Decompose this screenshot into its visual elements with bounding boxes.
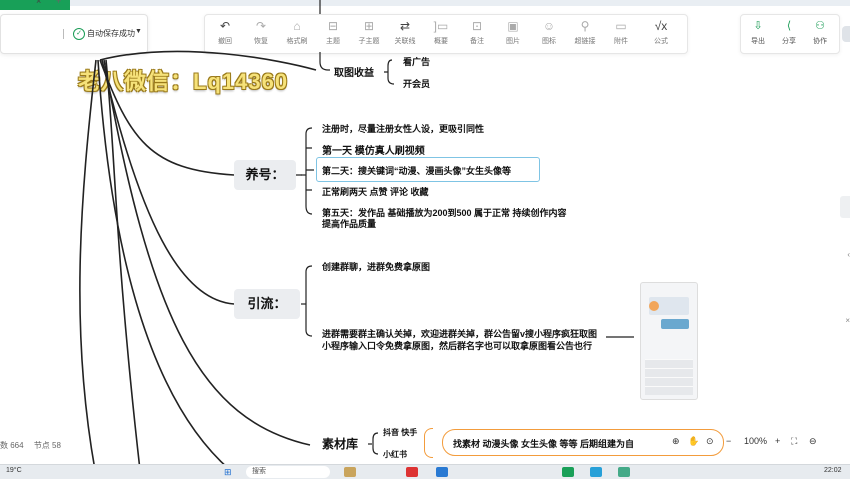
undo-icon: ↶ bbox=[219, 19, 231, 33]
new-tab-icon[interactable]: + bbox=[56, 0, 61, 6]
subtopic-register[interactable]: 注册时，尽量注册女性人设，更吸引同性 bbox=[322, 122, 484, 135]
subtopic-create-group[interactable]: 创建群聊，进群免费拿原图 bbox=[322, 260, 430, 273]
topic-icon: ⊟ bbox=[327, 19, 339, 33]
tab-close-icon[interactable]: × bbox=[36, 0, 41, 6]
os-taskbar: 19°C ⊞ 搜索 22:02 bbox=[0, 464, 850, 479]
image-button-block bbox=[661, 319, 689, 329]
editor-toolbar: ↶ 撤回 ↷ 恢复 ⌂ 格式刷 ⊟ 主题 ⊞ 子主题 ⇄ 关联线 ]▭ 概要 ⊡ 备注 ▣ 图片 … bbox=[204, 14, 688, 54]
windows-start-icon[interactable]: ⊞ bbox=[224, 467, 232, 478]
save-status-panel: ✓ 自动保存成功 ▼ bbox=[0, 14, 148, 54]
formula-button[interactable]: √x 公式 bbox=[641, 19, 681, 46]
taskbar-search[interactable]: 搜索 bbox=[246, 466, 330, 478]
redo-button[interactable]: ↷ 恢复 bbox=[241, 19, 281, 46]
subtopic-day2[interactable]: 第二天：搜关键词“动漫、漫画头像”女生头像等 bbox=[322, 164, 511, 177]
app-icon[interactable] bbox=[618, 467, 630, 477]
browser-tab-strip bbox=[0, 0, 850, 6]
side-label-2: × bbox=[845, 316, 850, 325]
search-icon[interactable]: ⊕ bbox=[672, 436, 680, 447]
subtopic-icon: ⊞ bbox=[363, 19, 375, 33]
clock: 22:02 bbox=[824, 467, 842, 474]
relation-line-icon: ⇄ bbox=[399, 19, 411, 33]
share-button[interactable]: ⟨ 分享 bbox=[774, 19, 804, 46]
avatar bbox=[649, 301, 659, 311]
summary-text: 找素材 动漫头像 女生头像 等等 后期组建为自 bbox=[453, 439, 635, 449]
word-count: 数 664 bbox=[0, 441, 24, 450]
subtopic-browse[interactable]: 正常刷两天 点赞 评论 收藏 bbox=[322, 185, 429, 198]
emoji-button[interactable]: ☺ 图标 bbox=[529, 19, 569, 46]
status-bar: 数 664 节点 58 bbox=[0, 440, 61, 451]
emoji-icon: ☺ bbox=[542, 19, 556, 33]
format-brush-button[interactable]: ⌂ 格式刷 bbox=[277, 19, 317, 46]
note-icon: ⊡ bbox=[471, 19, 483, 33]
subtopic-day1[interactable]: 第一天 模仿真人刷视频 bbox=[322, 142, 425, 157]
share-toolbar: ⇩ 导出 ⟨ 分享 ⚇ 协作 bbox=[740, 14, 840, 54]
fit-screen-icon[interactable]: ⛶ bbox=[791, 436, 797, 447]
app-icon[interactable] bbox=[406, 467, 418, 477]
redo-icon: ↷ bbox=[255, 19, 267, 33]
search-label: 搜索 bbox=[252, 468, 266, 475]
zoom-in-button[interactable]: + bbox=[775, 436, 780, 446]
subtopic-douyin-kuaishou[interactable]: 抖音 快手 bbox=[383, 427, 417, 438]
relation-line-button[interactable]: ⇄ 关联线 bbox=[385, 19, 425, 46]
more-icon[interactable]: ⊖ bbox=[809, 436, 817, 447]
zoom-out-button[interactable]: − bbox=[726, 436, 731, 446]
export-button[interactable]: ⇩ 导出 bbox=[743, 19, 773, 46]
note-button[interactable]: ⊡ 备注 bbox=[457, 19, 497, 46]
topic-traffic[interactable]: 引流： bbox=[234, 289, 300, 319]
app-icon[interactable] bbox=[590, 467, 602, 477]
weather-temp: 19°C bbox=[6, 467, 22, 474]
collab-button[interactable]: ⚇ 协作 bbox=[805, 19, 835, 46]
share-icon: ⟨ bbox=[786, 20, 792, 32]
summary-node[interactable]: 找素材 动漫头像 女生头像 等等 后期组建为自 bbox=[442, 429, 724, 456]
image-button[interactable]: ▣ 图片 bbox=[493, 19, 533, 46]
attachment-button[interactable]: ▭ 附件 bbox=[601, 19, 641, 46]
formula-icon: √x bbox=[654, 19, 668, 33]
subtopic-quality[interactable]: 提高作品质量 bbox=[322, 217, 376, 230]
summary-bracket bbox=[424, 428, 433, 458]
format-brush-icon: ⌂ bbox=[293, 19, 301, 33]
topic-button[interactable]: ⊟ 主题 bbox=[313, 19, 353, 46]
hand-icon[interactable]: ✋ bbox=[688, 436, 699, 447]
watermark-text: 老八微信：Lq14360 bbox=[78, 69, 289, 94]
subtopic-membership[interactable]: 开会员 bbox=[403, 77, 430, 90]
summary-icon: ]▭ bbox=[433, 19, 449, 33]
topic-material-library[interactable]: 素材库 bbox=[312, 432, 368, 456]
node-count: 节点 58 bbox=[33, 441, 61, 450]
subtopic-watch-ads[interactable]: 看广告 bbox=[403, 55, 430, 68]
subtopic-mini-program[interactable]: 小程序输入口令免费拿原图，然后群名字也可以取拿原图看公告也行 bbox=[322, 339, 592, 352]
keyboard-block bbox=[645, 359, 693, 395]
subtopic-xiaohongshu[interactable]: 小红书 bbox=[383, 449, 407, 460]
side-panel-tab[interactable] bbox=[840, 196, 850, 218]
zoom-level: 100% bbox=[744, 436, 768, 446]
summary-button[interactable]: ]▭ 概要 bbox=[421, 19, 461, 46]
phone-screenshot-image[interactable] bbox=[640, 282, 698, 400]
chevron-down-icon[interactable]: ▼ bbox=[135, 28, 142, 35]
check-circle-icon: ✓ bbox=[73, 28, 85, 40]
app-icon[interactable] bbox=[344, 467, 356, 477]
collab-icon: ⚇ bbox=[815, 20, 825, 32]
export-icon: ⇩ bbox=[753, 20, 763, 32]
undo-button[interactable]: ↶ 撤回 bbox=[205, 19, 245, 46]
attachment-icon: ▭ bbox=[615, 19, 627, 33]
divider bbox=[63, 29, 64, 39]
link-icon: ⚲ bbox=[580, 19, 590, 33]
app-icon[interactable] bbox=[562, 467, 574, 477]
link-button[interactable]: ⚲ 超链接 bbox=[565, 19, 605, 46]
target-icon[interactable]: ⊙ bbox=[706, 436, 714, 447]
topic-earnings[interactable]: 取图收益 bbox=[334, 64, 374, 79]
topic-account-nurturing[interactable]: 养号： bbox=[234, 160, 296, 190]
subtopic-button[interactable]: ⊞ 子主题 bbox=[349, 19, 389, 46]
user-avatar[interactable] bbox=[842, 26, 850, 42]
image-icon: ▣ bbox=[507, 19, 519, 33]
save-status-text: 自动保存成功 bbox=[87, 29, 135, 38]
app-icon[interactable] bbox=[436, 467, 448, 477]
